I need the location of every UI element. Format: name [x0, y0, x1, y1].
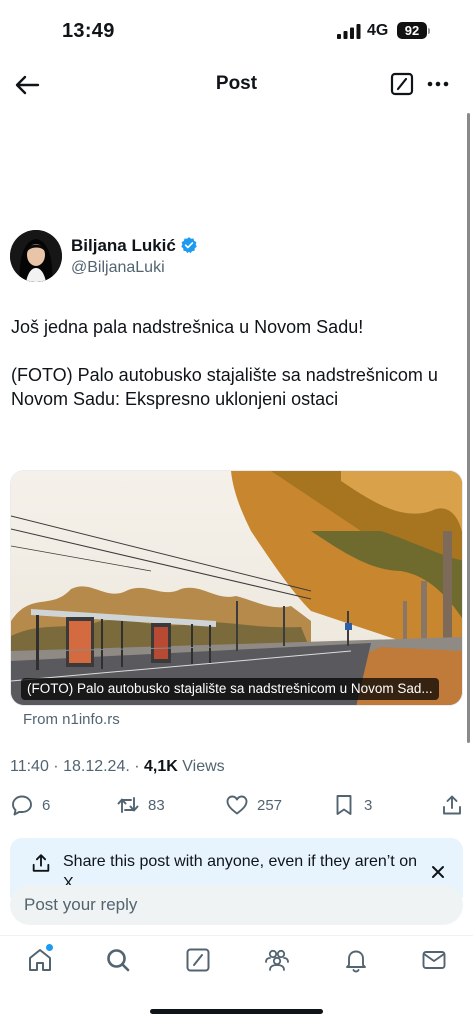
views-count[interactable]: 4,1K	[144, 758, 178, 775]
post-header: Post	[0, 62, 473, 106]
tweet-text: Još jedna pala nadstrešnica u Novom Sadu…	[11, 315, 451, 435]
reply-button[interactable]: 6	[10, 790, 50, 820]
post-meta: 11:40 · 18.12.24. · 4,1K Views	[10, 758, 225, 776]
tab-communities[interactable]	[263, 946, 291, 974]
author-handle[interactable]: @BiljanaLuki	[71, 259, 165, 277]
tab-notifications[interactable]	[342, 946, 370, 974]
reply-icon	[12, 795, 32, 816]
share-icon	[443, 795, 461, 815]
more-options-icon[interactable]	[425, 72, 451, 96]
share-upload-icon	[32, 854, 50, 872]
status-bar: 13:49 4G 92	[0, 0, 473, 62]
close-icon[interactable]	[428, 862, 448, 882]
article-photo	[11, 471, 462, 705]
author-name[interactable]: Biljana Lukić	[71, 236, 176, 256]
post-timestamp: 11:40 · 18.12.24. ·	[10, 758, 145, 775]
tab-messages[interactable]	[420, 946, 448, 974]
avatar[interactable]	[10, 230, 62, 282]
heart-icon	[226, 795, 248, 815]
battery-icon: 92	[397, 22, 427, 39]
network-label: 4G	[367, 22, 389, 39]
tab-grok[interactable]	[184, 946, 212, 974]
bookmark-count: 3	[364, 796, 373, 814]
grok-compose-icon[interactable]	[390, 72, 414, 96]
views-label: Views	[177, 758, 225, 775]
like-button[interactable]: 257	[225, 790, 282, 820]
tweet-paragraph: Još jedna pala nadstrešnica u Novom Sadu…	[11, 317, 364, 337]
battery-tip	[428, 28, 430, 34]
reply-count: 6	[42, 796, 51, 814]
bookmark-icon	[336, 795, 352, 815]
tweet-paragraph: (FOTO) Palo autobusko stajalište sa nads…	[11, 365, 438, 409]
communities-icon	[265, 949, 289, 971]
repost-icon	[117, 797, 139, 813]
post-actions: 6 83 257 3	[0, 790, 473, 820]
tab-search[interactable]	[104, 946, 132, 974]
messages-icon	[422, 951, 446, 969]
verified-badge-icon	[181, 237, 197, 254]
home-indicator[interactable]	[150, 1009, 323, 1014]
compose-icon	[186, 948, 210, 972]
search-icon	[107, 949, 130, 972]
link-card-source[interactable]: From n1info.rs	[23, 711, 120, 728]
link-card[interactable]: (FOTO) Palo autobusko stajalište sa nads…	[10, 470, 463, 706]
bookmark-button[interactable]: 3	[332, 790, 372, 820]
signal-icon	[337, 24, 361, 39]
link-card-caption: (FOTO) Palo autobusko stajalište sa nads…	[21, 678, 439, 700]
share-button[interactable]	[440, 790, 464, 820]
bottom-tab-bar	[0, 935, 473, 985]
notification-dot	[46, 944, 53, 951]
status-time: 13:49	[62, 20, 115, 42]
tab-home[interactable]	[26, 944, 54, 974]
like-count: 257	[257, 796, 283, 814]
scrollbar[interactable]	[467, 113, 470, 743]
notifications-icon	[346, 950, 366, 973]
repost-count: 83	[148, 796, 165, 814]
reply-input[interactable]	[10, 885, 463, 925]
repost-button[interactable]: 83	[116, 790, 165, 820]
